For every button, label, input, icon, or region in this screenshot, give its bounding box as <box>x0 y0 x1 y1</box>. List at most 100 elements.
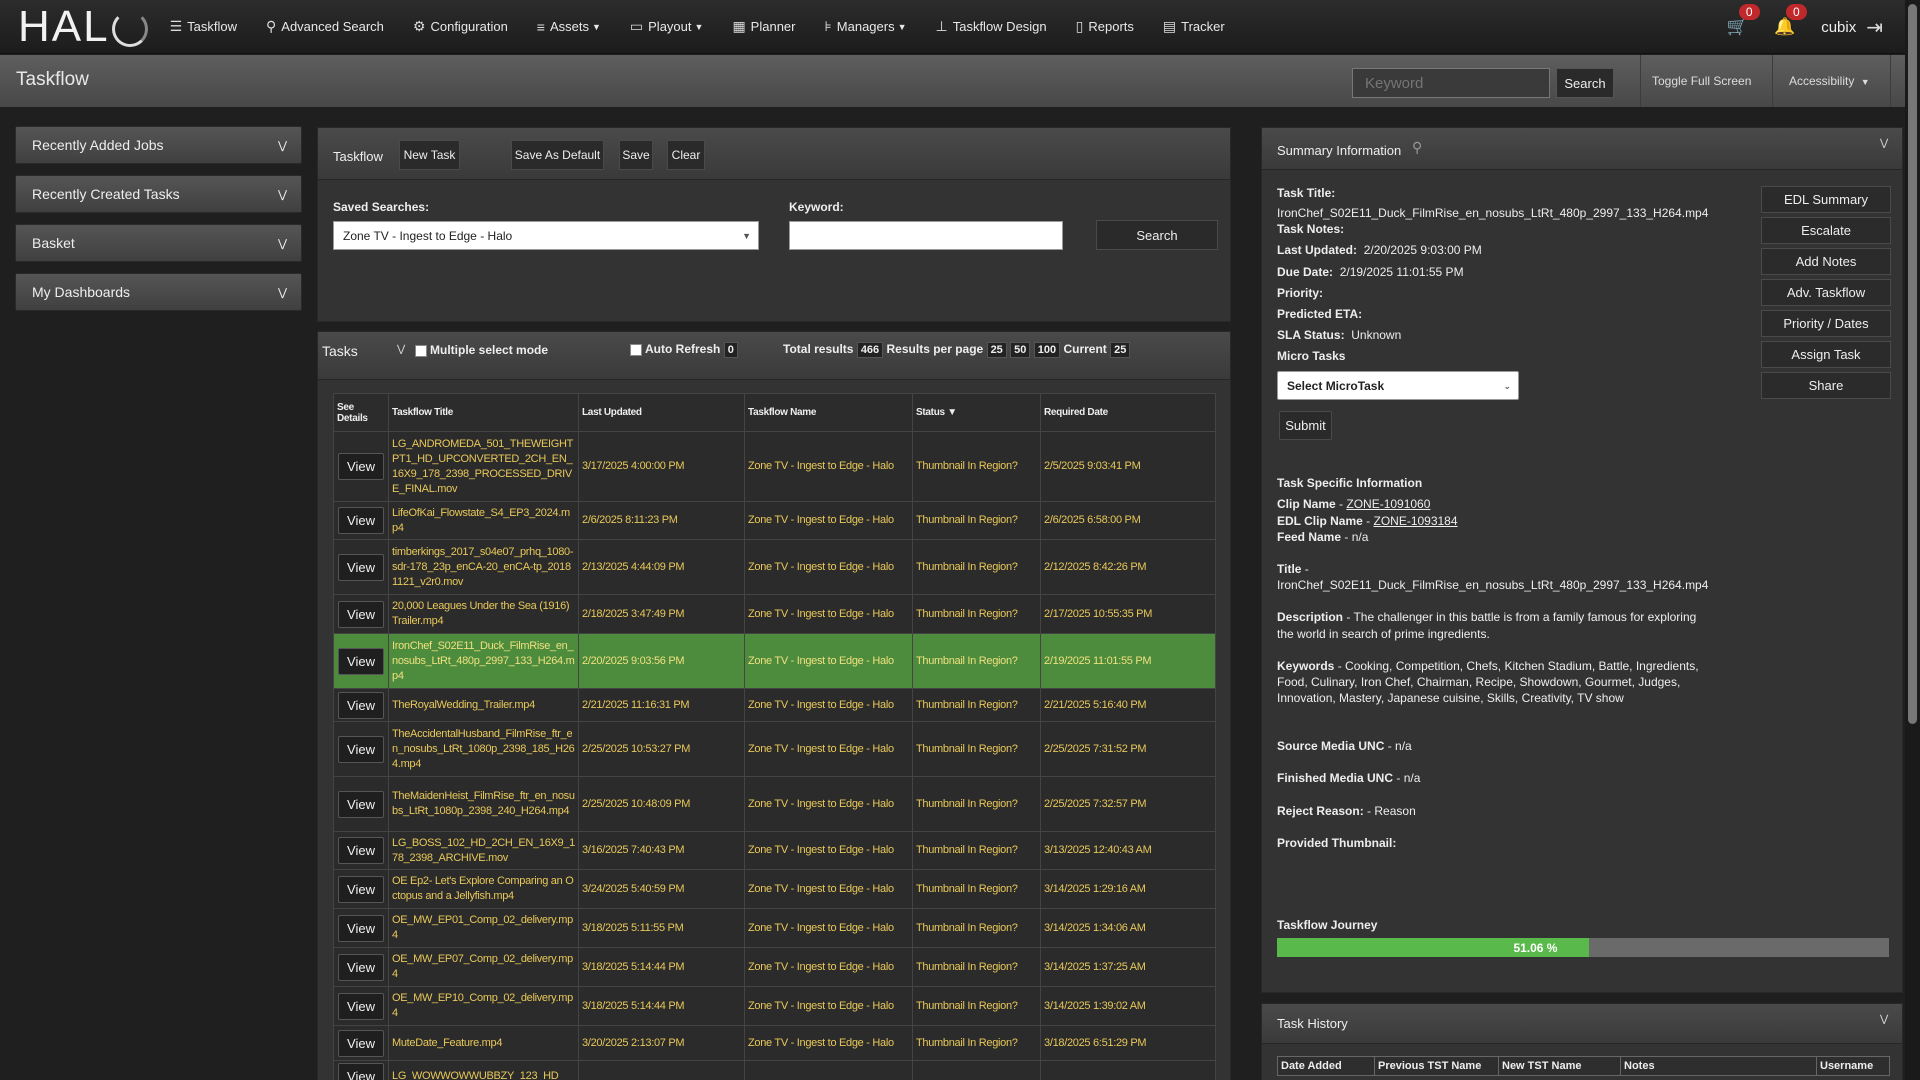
table-row[interactable]: View LG_WOWWOWWUBBZY_123_HD_ <box>333 1060 1216 1080</box>
task-specific-info-label: Task Specific Information <box>1277 476 1423 490</box>
sidebar-basket[interactable]: Basket ⋁ <box>15 224 302 262</box>
edl-summary-button[interactable]: EDL Summary <box>1761 186 1891 213</box>
table-row[interactable]: View OE Ep2- Let's Explore Comparing an O… <box>333 869 1216 909</box>
nav-taskflow-design[interactable]: ⊥ Taskflow Design <box>936 18 1047 35</box>
cart-icon[interactable]: 🛒 0 <box>1727 4 1760 37</box>
multiple-select-checkbox[interactable] <box>415 344 427 357</box>
view-button[interactable]: View <box>338 691 384 719</box>
edl-clip-name-link[interactable]: ZONE-1093184 <box>1373 514 1457 528</box>
halo-logo[interactable]: HAL <box>18 0 148 54</box>
keyword-search-input[interactable] <box>1352 68 1550 98</box>
share-button[interactable]: Share <box>1761 372 1891 399</box>
view-button[interactable]: View <box>338 600 384 628</box>
chevron-down-icon[interactable]: ⋁ <box>397 344 405 355</box>
logout-icon[interactable]: ⇥ <box>1866 15 1883 40</box>
per-page-100[interactable]: 100 <box>1033 342 1061 358</box>
collapse-history-icon[interactable]: ⋁ <box>1880 1014 1888 1025</box>
collapse-summary-icon[interactable]: ⋁ <box>1880 138 1888 149</box>
saved-searches-select[interactable]: Zone TV - Ingest to Edge - Halo ▼ <box>333 221 759 250</box>
save-as-default-button[interactable]: Save As Default <box>511 140 604 170</box>
auto-refresh-value[interactable]: 0 <box>723 342 738 358</box>
view-button[interactable]: View <box>338 553 384 581</box>
col-username[interactable]: Username <box>1816 1056 1890 1076</box>
cell-last-updated: 2/25/2025 10:53:27 PM <box>578 721 745 777</box>
col-last-updated[interactable]: Last Updated <box>578 393 745 432</box>
view-button[interactable]: View <box>338 1029 384 1057</box>
bell-icon[interactable]: 🔔 0 <box>1774 4 1807 37</box>
view-button[interactable]: View <box>338 453 384 480</box>
col-required-date[interactable]: Required Date <box>1040 393 1216 432</box>
view-button[interactable]: View <box>338 953 384 981</box>
view-button[interactable]: View <box>338 914 384 942</box>
col-status[interactable]: Status ▼ <box>912 393 1041 432</box>
view-button[interactable]: View <box>338 790 384 818</box>
per-page-50[interactable]: 50 <box>1010 342 1031 358</box>
cell-last-updated: 2/6/2025 8:11:23 PM <box>578 501 745 540</box>
new-task-button[interactable]: New Task <box>399 140 460 170</box>
adv-taskflow-button[interactable]: Adv. Taskflow <box>1761 279 1891 306</box>
table-row[interactable]: View timberkings_2017_s04e07_prhq_1080-sd… <box>333 539 1216 595</box>
save-button[interactable]: Save <box>619 140 653 170</box>
multiple-select-mode[interactable]: Multiple select mode <box>415 343 548 357</box>
table-row[interactable]: View TheRoyalWedding_Trailer.mp4 2/21/2025… <box>333 688 1216 722</box>
view-button[interactable]: View <box>338 507 384 534</box>
col-previous-tst[interactable]: Previous TST Name <box>1374 1056 1499 1076</box>
view-button[interactable]: View <box>338 992 384 1020</box>
pin-icon[interactable]: ⚲ <box>1412 139 1422 156</box>
nav-tracker[interactable]: ▤ Tracker <box>1163 18 1225 35</box>
table-row[interactable]: View OE_MW_EP01_Comp_02_delivery.mp4 3/18/… <box>333 908 1216 948</box>
saved-search-button[interactable]: Search <box>1096 220 1218 250</box>
submit-microtask-button[interactable]: Submit <box>1279 411 1332 440</box>
nav-taskflow[interactable]: ☰ Taskflow <box>170 18 237 35</box>
table-row[interactable]: View 20,000 Leagues Under the Sea (1916) … <box>333 594 1216 634</box>
nav-configuration[interactable]: ⚙ Configuration <box>413 18 508 35</box>
priority-dates-button[interactable]: Priority / Dates <box>1761 310 1891 337</box>
table-row[interactable]: View LG_ANDROMEDA_501_THEWEIGHTPT1_HD_UPC… <box>333 431 1216 502</box>
clear-button[interactable]: Clear <box>667 140 705 170</box>
username[interactable]: cubix <box>1821 19 1856 36</box>
clip-name-link[interactable]: ZONE-1091060 <box>1346 497 1430 511</box>
col-date-added[interactable]: Date Added <box>1277 1056 1375 1076</box>
keyword-input[interactable] <box>789 221 1063 250</box>
table-row[interactable]: View LG_BOSS_102_HD_2CH_EN_16X9_178_2398_… <box>333 831 1216 870</box>
auto-refresh-checkbox[interactable] <box>630 343 642 356</box>
view-button[interactable]: View <box>338 1063 384 1080</box>
table-row[interactable]: View TheMaidenHeist_FilmRise_ftr_en_nosub… <box>333 776 1216 832</box>
per-page-25[interactable]: 25 <box>986 342 1007 358</box>
table-row[interactable]: View TheAccidentalHusband_FilmRise_ftr_en… <box>333 721 1216 777</box>
nav-planner[interactable]: ▦ Planner <box>732 18 795 35</box>
table-row[interactable]: View OE_MW_EP10_Comp_02_delivery.mp4 3/18/… <box>333 986 1216 1026</box>
escalate-button[interactable]: Escalate <box>1761 217 1891 244</box>
col-taskflow-title[interactable]: Taskflow Title <box>388 393 579 432</box>
col-notes[interactable]: Notes <box>1620 1056 1817 1076</box>
view-button[interactable]: View <box>338 837 384 864</box>
nav-assets[interactable]: ≡ Assets ▼ <box>537 19 601 35</box>
keyword-search-button[interactable]: Search <box>1556 68 1614 98</box>
nav-managers[interactable]: ⊧ Managers ▼ <box>824 18 906 35</box>
view-button[interactable]: View <box>338 735 384 763</box>
cell-taskflow-name: Zone TV - Ingest to Edge - Halo <box>744 1025 913 1061</box>
table-row[interactable]: View MuteDate_Feature.mp4 3/20/2025 2:13:0… <box>333 1025 1216 1061</box>
view-button[interactable]: View <box>338 875 384 903</box>
nav-advanced-search[interactable]: ⚲ Advanced Search <box>266 18 384 35</box>
nav-playout[interactable]: ▭ Playout ▼ <box>630 18 704 35</box>
page-scrollbar[interactable] <box>1905 0 1920 1080</box>
view-button[interactable]: View <box>338 647 384 675</box>
nav-reports[interactable]: ▯ Reports <box>1076 18 1134 35</box>
sidebar-recently-added-jobs[interactable]: Recently Added Jobs ⋁ <box>15 126 302 164</box>
accessibility-menu[interactable]: Accessibility ▼ <box>1789 74 1870 88</box>
due-date-field: Due Date: 2/19/2025 11:01:55 PM <box>1277 265 1464 279</box>
table-row[interactable]: View OE_MW_EP07_Comp_02_delivery.mp4 3/18/… <box>333 947 1216 987</box>
auto-refresh[interactable]: Auto Refresh 0 <box>630 342 738 358</box>
col-taskflow-name[interactable]: Taskflow Name <box>744 393 913 432</box>
scrollbar-thumb[interactable] <box>1908 4 1917 724</box>
add-notes-button[interactable]: Add Notes <box>1761 248 1891 275</box>
sidebar-recently-created-tasks[interactable]: Recently Created Tasks ⋁ <box>15 175 302 213</box>
col-new-tst[interactable]: New TST Name <box>1498 1056 1621 1076</box>
sidebar-my-dashboards[interactable]: My Dashboards ⋁ <box>15 273 302 311</box>
toggle-fullscreen-link[interactable]: Toggle Full Screen <box>1652 74 1751 88</box>
table-row[interactable]: View LifeOfKai_Flowstate_S4_EP3_2024.mp4 2… <box>333 501 1216 540</box>
table-row[interactable]: View IronChef_S02E11_Duck_FilmRise_en_nos… <box>333 633 1216 689</box>
assign-task-button[interactable]: Assign Task <box>1761 341 1891 368</box>
microtask-select[interactable]: Select MicroTask ⌄ <box>1277 371 1519 400</box>
